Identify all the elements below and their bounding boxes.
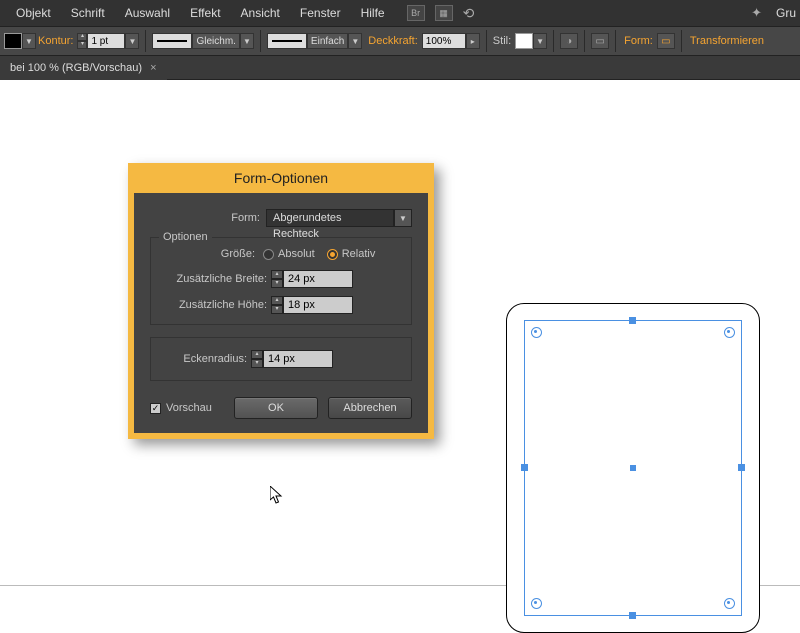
resize-handle-w[interactable] [521,464,528,471]
size-label: Größe: [163,248,255,260]
size-relative-label: Relativ [342,248,376,260]
controlbar: ▼ Kontur: ▴▾ ▼ Gleichm. ▼ Einfach ▼ Deck… [0,26,800,56]
extra-height-stepper[interactable]: ▴▾ [271,296,353,314]
corner-radius-stepper[interactable]: ▴▾ [251,350,333,368]
form-field-label: Form: [150,212,260,224]
menu-ansicht[interactable]: Ansicht [231,6,290,20]
brush-dropdown-icon[interactable]: ▼ [348,33,362,49]
radio-icon [327,249,338,260]
arrange-icon[interactable]: ▦ [435,5,453,21]
menu-fenster[interactable]: Fenster [290,6,351,20]
menu-objekt[interactable]: Objekt [6,6,61,20]
brush-label: Einfach [307,33,348,49]
shape-select[interactable]: Abgerundetes Rechteck ▼ [266,209,412,227]
brush-select[interactable]: Einfach ▼ [267,33,362,49]
options-group-title: Optionen [159,231,212,243]
style-swatch[interactable] [515,33,533,49]
preview-label: Vorschau [166,402,212,414]
extra-width-label: Zusätzliche Breite: [163,273,267,285]
cancel-button[interactable]: Abbrechen [328,397,412,419]
opacity-input[interactable] [422,33,466,49]
options-group: Optionen Größe: Absolut Relativ Zusätzli… [150,237,412,325]
shape-label[interactable]: Form: [624,35,653,47]
profile-dropdown-icon[interactable]: ▼ [240,33,254,49]
size-relative-radio[interactable]: Relativ [327,248,376,260]
transform-label[interactable]: Transformieren [690,35,764,47]
opacity-dropdown-icon[interactable]: ▸ [466,33,480,49]
stroke-label[interactable]: Kontur: [38,35,73,47]
extra-width-input[interactable] [283,270,353,288]
corner-radius-input[interactable] [263,350,333,368]
notification-icon[interactable]: ✦ [751,5,762,21]
fill-swatch[interactable] [4,33,22,49]
extra-width-stepper[interactable]: ▴▾ [271,270,353,288]
stroke-weight-input[interactable] [87,33,125,49]
shape-select-value: Abgerundetes Rechteck [266,209,394,227]
resize-handle-n[interactable] [629,317,636,324]
menu-effekt[interactable]: Effekt [180,6,230,20]
stroke-weight-dropdown-icon[interactable]: ▼ [125,33,139,49]
document-tab[interactable]: bei 100 % (RGB/Vorschau) × [0,56,167,80]
profile-label: Gleichm. [192,33,239,49]
document-tabbar: bei 100 % (RGB/Vorschau) × [0,56,800,80]
profile-select[interactable]: Gleichm. ▼ [152,33,253,49]
center-handle[interactable] [630,465,636,471]
extra-height-input[interactable] [283,296,353,314]
resize-handle-e[interactable] [738,464,745,471]
menu-schrift[interactable]: Schrift [61,6,115,20]
sync-icon[interactable]: ⟲ [463,5,475,22]
extra-height-label: Zusätzliche Höhe: [163,299,267,311]
opacity-label[interactable]: Deckkraft: [368,35,418,47]
dialog-title: Form-Optionen [128,163,434,193]
bridge-icon[interactable]: Br [407,5,425,21]
size-absolute-label: Absolut [278,248,315,260]
style-dropdown-icon[interactable]: ▼ [533,33,547,49]
document-tab-title: bei 100 % (RGB/Vorschau) [10,56,142,80]
menu-hilfe[interactable]: Hilfe [351,6,395,20]
shape-options-dialog: Form-Optionen Form: Abgerundetes Rechtec… [128,163,434,439]
preview-checkbox[interactable]: ✓ Vorschau [150,402,212,414]
workspace-label[interactable]: Gru [776,6,796,20]
shape-icon[interactable]: ▭ [657,33,675,49]
size-absolute-radio[interactable]: Absolut [263,248,315,260]
radio-icon [263,249,274,260]
corner-widget-tl[interactable] [531,327,542,338]
recolor-icon[interactable]: ◑ [560,33,578,49]
corner-widget-tr[interactable] [724,327,735,338]
resize-handle-s[interactable] [629,612,636,619]
align-icon[interactable]: ▭ [591,33,609,49]
stroke-weight-stepper[interactable]: ▴▾ ▼ [77,33,139,49]
chevron-down-icon[interactable]: ▼ [394,209,412,227]
menubar: Objekt Schrift Auswahl Effekt Ansicht Fe… [0,0,800,26]
menu-auswahl[interactable]: Auswahl [115,6,180,20]
close-icon[interactable]: × [150,56,156,80]
corner-radius-label: Eckenradius: [163,353,247,365]
selection-bounding-box[interactable] [524,320,742,616]
fill-dropdown-icon[interactable]: ▼ [22,33,36,49]
opacity-stepper[interactable]: ▸ [422,33,480,49]
checkbox-icon: ✓ [150,403,161,414]
corner-group: Eckenradius: ▴▾ [150,337,412,381]
ok-button[interactable]: OK [234,397,318,419]
style-label: Stil: [493,35,511,47]
